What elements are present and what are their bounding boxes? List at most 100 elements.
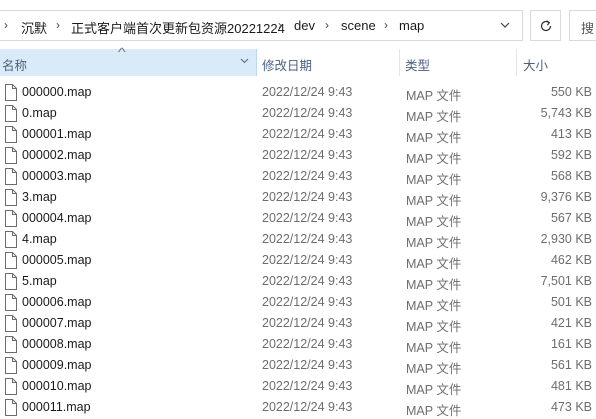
file-name[interactable]: 000003.map <box>22 169 92 183</box>
breadcrumb-separator[interactable]: › <box>384 18 388 32</box>
file-type: MAP 文件 <box>406 131 462 145</box>
file-size: 462 KB <box>550 253 592 267</box>
file-row[interactable]: 000009.map 2022/12/24 9:43 MAP 文件 561 KB <box>0 355 596 376</box>
file-name[interactable]: 000006.map <box>22 295 92 309</box>
file-type: MAP 文件 <box>406 320 462 334</box>
file-row[interactable]: 000004.map 2022/12/24 9:43 MAP 文件 567 KB <box>0 208 596 229</box>
column-header-size[interactable]: 大小 <box>517 49 596 76</box>
file-name[interactable]: 000007.map <box>22 316 92 330</box>
file-name[interactable]: 000011.map <box>22 400 91 414</box>
search-input[interactable]: 搜 <box>569 10 596 41</box>
file-row[interactable]: 000006.map 2022/12/24 9:43 MAP 文件 501 KB <box>0 292 596 313</box>
address-bar[interactable]: › 沉默 › 正式客户端首次更新包资源20221224 › dev › scen… <box>0 10 523 41</box>
file-type: MAP 文件 <box>406 383 462 397</box>
file-type: MAP 文件 <box>406 236 462 250</box>
address-row: › 沉默 › 正式客户端首次更新包资源20221224 › dev › scen… <box>0 0 596 49</box>
file-icon <box>5 126 17 143</box>
breadcrumb-separator[interactable]: › <box>56 18 60 32</box>
file-name[interactable]: 4.map <box>22 232 57 246</box>
file-modified-date: 2022/12/24 9:43 <box>262 190 353 204</box>
file-name[interactable]: 0.map <box>22 106 57 120</box>
file-name[interactable]: 000004.map <box>22 211 92 225</box>
file-size: 9,376 KB <box>540 190 592 204</box>
search-placeholder: 搜 <box>581 21 595 36</box>
file-row[interactable]: 000005.map 2022/12/24 9:43 MAP 文件 462 KB <box>0 250 596 271</box>
file-type: MAP 文件 <box>406 173 462 187</box>
file-icon <box>5 210 17 227</box>
breadcrumb-item[interactable]: dev <box>294 18 315 33</box>
file-name[interactable]: 000008.map <box>22 337 92 351</box>
file-modified-date: 2022/12/24 9:43 <box>262 295 353 309</box>
breadcrumb-item[interactable]: 正式客户端首次更新包资源20221224 <box>71 18 285 37</box>
breadcrumb-separator[interactable]: › <box>325 18 329 32</box>
file-type: MAP 文件 <box>406 278 462 292</box>
file-size: 5,743 KB <box>540 106 592 120</box>
file-modified-date: 2022/12/24 9:43 <box>262 211 353 225</box>
file-modified-date: 2022/12/24 9:43 <box>262 148 353 162</box>
file-icon <box>5 315 17 332</box>
column-label-name: 名称 <box>2 59 28 73</box>
file-row[interactable]: 3.map 2022/12/24 9:43 MAP 文件 9,376 KB <box>0 187 596 208</box>
file-name[interactable]: 000002.map <box>22 148 92 162</box>
file-modified-date: 2022/12/24 9:43 <box>262 400 353 414</box>
file-name[interactable]: 5.map <box>22 274 57 288</box>
file-row[interactable]: 000000.map 2022/12/24 9:43 MAP 文件 550 KB <box>0 82 596 103</box>
file-type: MAP 文件 <box>406 299 462 313</box>
file-row[interactable]: 5.map 2022/12/24 9:43 MAP 文件 7,501 KB <box>0 271 596 292</box>
file-size: 567 KB <box>550 211 592 225</box>
file-size: 481 KB <box>550 379 592 393</box>
refresh-button[interactable] <box>530 10 561 41</box>
file-name[interactable]: 3.map <box>22 190 57 204</box>
file-size: 592 KB <box>550 148 592 162</box>
file-icon <box>5 273 17 290</box>
file-row[interactable]: 000008.map 2022/12/24 9:43 MAP 文件 161 KB <box>0 334 596 355</box>
file-size: 421 KB <box>550 316 592 330</box>
file-size: 550 KB <box>550 85 592 99</box>
file-name[interactable]: 000000.map <box>22 85 92 99</box>
file-size: 161 KB <box>550 337 592 351</box>
column-header: ^ 名称 修改日期 类型 大小 <box>0 45 596 76</box>
file-type: MAP 文件 <box>406 194 462 208</box>
breadcrumb-item[interactable]: scene <box>341 18 376 33</box>
file-icon <box>5 378 17 395</box>
address-history-dropdown[interactable] <box>486 11 523 40</box>
chevron-down-icon[interactable] <box>240 58 249 64</box>
column-header-type[interactable]: 类型 <box>400 49 517 76</box>
file-name[interactable]: 000005.map <box>22 253 92 267</box>
file-icon <box>5 84 17 101</box>
file-type: MAP 文件 <box>406 257 462 271</box>
file-size: 501 KB <box>550 295 592 309</box>
file-icon <box>5 252 17 269</box>
file-row[interactable]: 000001.map 2022/12/24 9:43 MAP 文件 413 KB <box>0 124 596 145</box>
file-modified-date: 2022/12/24 9:43 <box>262 253 353 267</box>
file-name[interactable]: 000001.map <box>22 127 92 141</box>
breadcrumb-separator[interactable]: › <box>278 18 282 32</box>
file-name[interactable]: 000009.map <box>22 358 92 372</box>
file-row[interactable]: 000002.map 2022/12/24 9:43 MAP 文件 592 KB <box>0 145 596 166</box>
file-row[interactable]: 000007.map 2022/12/24 9:43 MAP 文件 421 KB <box>0 313 596 334</box>
file-size: 2,930 KB <box>540 232 592 246</box>
file-modified-date: 2022/12/24 9:43 <box>262 274 353 288</box>
file-icon <box>5 336 17 353</box>
file-row[interactable]: 000003.map 2022/12/24 9:43 MAP 文件 568 KB <box>0 166 596 187</box>
file-modified-date: 2022/12/24 9:43 <box>262 232 353 246</box>
file-row[interactable]: 000011.map 2022/12/24 9:43 MAP 文件 473 KB <box>0 397 596 418</box>
breadcrumb-item[interactable]: 沉默 <box>21 18 47 37</box>
file-row[interactable]: 4.map 2022/12/24 9:43 MAP 文件 2,930 KB <box>0 229 596 250</box>
file-type: MAP 文件 <box>406 341 462 355</box>
column-header-date[interactable]: 修改日期 <box>258 49 400 76</box>
breadcrumb-separator[interactable]: › <box>4 18 8 32</box>
file-size: 568 KB <box>550 169 592 183</box>
file-type: MAP 文件 <box>406 362 462 376</box>
column-header-name[interactable]: ^ 名称 <box>0 45 257 76</box>
file-size: 413 KB <box>550 127 592 141</box>
breadcrumb-item-current[interactable]: map <box>399 18 424 33</box>
file-row[interactable]: 000010.map 2022/12/24 9:43 MAP 文件 481 KB <box>0 376 596 397</box>
file-icon <box>5 168 17 185</box>
file-icon <box>5 294 17 311</box>
file-type: MAP 文件 <box>406 215 462 229</box>
file-row[interactable]: 0.map 2022/12/24 9:43 MAP 文件 5,743 KB <box>0 103 596 124</box>
file-name[interactable]: 000010.map <box>22 379 92 393</box>
refresh-icon <box>540 20 552 32</box>
file-type: MAP 文件 <box>406 404 462 418</box>
